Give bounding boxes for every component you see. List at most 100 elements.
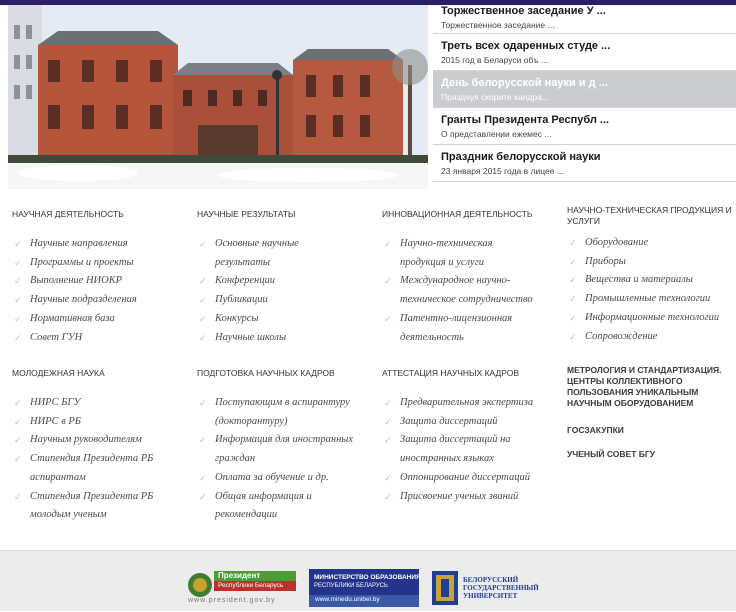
section-title[interactable]: ПОДГОТОВКА НАУЧНЫХ КАДРОВ bbox=[197, 368, 377, 379]
menu-link[interactable]: ✓ Присвоение ученых званий bbox=[382, 488, 562, 507]
menu-link[interactable]: ✓ Защита диссертаций на bbox=[382, 431, 562, 450]
check-icon: ✓ bbox=[199, 435, 207, 446]
extra-links: МЕТРОЛОГИЯ И СТАНДАРТИЗАЦИЯ. ЦЕНТРЫ КОЛЛ… bbox=[567, 365, 732, 460]
menu-link[interactable]: ✓ Сопровождение bbox=[567, 328, 736, 347]
check-icon: ✓ bbox=[384, 491, 392, 502]
menu-link[interactable]: ✓ Оборудование bbox=[567, 234, 736, 253]
section-science-activity: НАУЧНАЯ ДЕЯТЕЛЬНОСТЬ ✓ Научные направлени… bbox=[12, 209, 192, 347]
president-logo[interactable]: Президент Республики Беларусь www.presid… bbox=[186, 569, 298, 607]
section-title[interactable]: НАУЧНАЯ ДЕЯТЕЛЬНОСТЬ bbox=[12, 209, 192, 220]
check-icon: ✓ bbox=[569, 331, 577, 342]
menu-link[interactable]: ✓ Стипендия Президента РБ bbox=[12, 450, 192, 469]
menu-link[interactable]: ✓ Приборы bbox=[567, 253, 736, 272]
menu-link-continued[interactable]: (докторантуру) bbox=[197, 413, 377, 432]
check-icon: ✓ bbox=[199, 239, 207, 249]
menu-link[interactable]: ✓ Публикации bbox=[197, 291, 377, 310]
president-url: www.president.gov.by bbox=[188, 597, 276, 604]
hero-photo[interactable] bbox=[8, 5, 428, 189]
check-icon: ✓ bbox=[14, 435, 22, 446]
menu-link-continued[interactable]: граждан bbox=[197, 450, 377, 469]
section-staff-training: ПОДГОТОВКА НАУЧНЫХ КАДРОВ ✓ Поступающим в… bbox=[197, 368, 377, 525]
check-icon: ✓ bbox=[384, 435, 392, 446]
menu-link[interactable]: ✓ Поступающим в аспирантуру bbox=[197, 394, 377, 413]
check-icon: ✓ bbox=[14, 276, 22, 287]
news-subtitle: Празднуя скорите кандра... bbox=[441, 92, 549, 102]
ministry-title: МИНИСТЕРСТВО ОБРАЗОВАНИЯ bbox=[314, 574, 421, 581]
news-subtitle: 2015 год в Беларуси объ ... bbox=[441, 55, 548, 65]
section-title[interactable]: МОЛОДЕЖНАЯ НАУКА bbox=[12, 368, 192, 379]
section-title[interactable]: НАУЧНО-ТЕХНИЧЕСКАЯ ПРОДУКЦИЯ И УСЛУГИ bbox=[567, 205, 736, 227]
check-icon: ✓ bbox=[199, 295, 207, 306]
university-logo[interactable]: БЕЛОРУССКИЙ ГОСУДАРСТВЕННЫЙ УНИВЕРСИТЕТ bbox=[432, 569, 562, 607]
menu-link[interactable]: ✓ Основные научные bbox=[197, 235, 377, 254]
menu-link[interactable]: ✓ Программы и проекты bbox=[12, 254, 192, 273]
menu-link[interactable]: ✓ Защита диссертаций bbox=[382, 413, 562, 432]
menu-link[interactable]: ✓ Научным руководителям bbox=[12, 431, 192, 450]
check-icon: ✓ bbox=[199, 313, 207, 324]
news-item-active[interactable]: День белорусской науки и д ... Празднуя … bbox=[433, 71, 736, 108]
menu-link[interactable]: ✓ Предварительная экспертиза bbox=[382, 394, 562, 413]
check-icon: ✓ bbox=[569, 294, 577, 305]
menu-link-continued[interactable]: результаты bbox=[197, 254, 377, 273]
menu-link[interactable]: ✓ Конкурсы bbox=[197, 310, 377, 329]
check-icon: ✓ bbox=[14, 398, 22, 408]
menu-link[interactable]: ✓ Общая информация и bbox=[197, 488, 377, 507]
menu-link[interactable]: ✓ Оплата за обучение и др. bbox=[197, 469, 377, 488]
menu-link-continued[interactable]: аспирантам bbox=[12, 469, 192, 488]
menu-link-continued[interactable]: иностранных языках bbox=[382, 450, 562, 469]
news-item[interactable]: Торжественное заседание У ... Торжествен… bbox=[433, 5, 736, 34]
check-icon: ✓ bbox=[384, 313, 392, 324]
section-title[interactable]: НАУЧНЫЕ РЕЗУЛЬТАТЫ bbox=[197, 209, 377, 220]
ministry-url: www.minedu.unibel.by bbox=[315, 596, 380, 603]
menu-link[interactable]: ✓ Оппонирование диссертаций bbox=[382, 469, 562, 488]
check-icon: ✓ bbox=[14, 313, 22, 324]
check-icon: ✓ bbox=[14, 416, 22, 427]
news-subtitle: Торжественное заседание ... bbox=[441, 20, 555, 30]
check-icon: ✓ bbox=[199, 276, 207, 287]
menu-link[interactable]: ✓ Вещества и материалы bbox=[567, 271, 736, 290]
menu-link-continued[interactable]: продукция и услуги bbox=[382, 254, 562, 273]
news-title: Гранты Президента Республ ... bbox=[441, 114, 610, 126]
section-innovation: ИННОВАЦИОННАЯ ДЕЯТЕЛЬНОСТЬ ✓ Научно-техни… bbox=[382, 209, 562, 347]
check-icon: ✓ bbox=[569, 312, 577, 323]
menu-link[interactable]: ✓ Научные направления bbox=[12, 235, 192, 254]
menu-link-continued[interactable]: деятельность bbox=[382, 329, 562, 348]
check-icon: ✓ bbox=[14, 491, 22, 502]
menu-link[interactable]: ✓ Конференции bbox=[197, 272, 377, 291]
menu-link[interactable]: ✓ Научные школы bbox=[197, 329, 377, 348]
academic-council-link[interactable]: УЧЕНЫЙ СОВЕТ БГУ bbox=[567, 449, 732, 460]
news-item[interactable]: Праздник белорусской науки 23 января 201… bbox=[433, 145, 736, 182]
procurement-link[interactable]: ГОСЗАКУПКИ bbox=[567, 425, 732, 436]
university-emblem-icon bbox=[432, 571, 458, 605]
menu-link[interactable]: ✓ Информационные технологии bbox=[567, 309, 736, 328]
menu-link[interactable]: ✓ Научные подразделения bbox=[12, 291, 192, 310]
news-item[interactable]: Треть всех одаренных студе ... 2015 год … bbox=[433, 34, 736, 71]
menu-link[interactable]: ✓ Международное научно- bbox=[382, 272, 562, 291]
section-science-results: НАУЧНЫЕ РЕЗУЛЬТАТЫ ✓ Основные научные рез… bbox=[197, 209, 377, 347]
news-title: Праздник белорусской науки bbox=[441, 151, 601, 163]
section-products-services: НАУЧНО-ТЕХНИЧЕСКАЯ ПРОДУКЦИЯ И УСЛУГИ ✓ О… bbox=[567, 205, 736, 346]
menu-link[interactable]: ✓ Информация для иностранных bbox=[197, 431, 377, 450]
check-icon: ✓ bbox=[14, 332, 22, 343]
menu-link[interactable]: ✓ Нормативная база bbox=[12, 310, 192, 329]
news-item[interactable]: Гранты Президента Республ ... О представ… bbox=[433, 108, 736, 145]
menu-link-continued[interactable]: техническое сотрудничество bbox=[382, 291, 562, 310]
menu-link[interactable]: ✓ Промышленные технологии bbox=[567, 290, 736, 309]
news-title: День белорусской науки и д ... bbox=[441, 77, 608, 89]
menu-link[interactable]: ✓ НИРС БГУ bbox=[12, 394, 192, 413]
section-title[interactable]: АТТЕСТАЦИЯ НАУЧНЫХ КАДРОВ bbox=[382, 368, 562, 379]
ministry-logo[interactable]: МИНИСТЕРСТВО ОБРАЗОВАНИЯ РЕСПУБЛИКИ БЕЛА… bbox=[309, 569, 421, 607]
check-icon: ✓ bbox=[199, 491, 207, 502]
menu-link[interactable]: ✓ Научно-техническая bbox=[382, 235, 562, 254]
section-attestation: АТТЕСТАЦИЯ НАУЧНЫХ КАДРОВ ✓ Предварительн… bbox=[382, 368, 562, 506]
menu-link[interactable]: ✓ Стипендия Президента РБ bbox=[12, 488, 192, 507]
menu-link[interactable]: ✓ Совет ГУН bbox=[12, 329, 192, 348]
menu-link[interactable]: ✓ НИРС в РБ bbox=[12, 413, 192, 432]
menu-link-continued[interactable]: рекомендации bbox=[197, 506, 377, 525]
metrology-link[interactable]: МЕТРОЛОГИЯ И СТАНДАРТИЗАЦИЯ. ЦЕНТРЫ КОЛЛ… bbox=[567, 365, 732, 409]
news-title: Треть всех одаренных студе ... bbox=[441, 40, 611, 52]
menu-link-continued[interactable]: молодым ученым bbox=[12, 506, 192, 525]
section-title[interactable]: ИННОВАЦИОННАЯ ДЕЯТЕЛЬНОСТЬ bbox=[382, 209, 562, 220]
menu-link[interactable]: ✓ Патентно-лицензионная bbox=[382, 310, 562, 329]
menu-link[interactable]: ✓ Выполнение НИОКР bbox=[12, 272, 192, 291]
